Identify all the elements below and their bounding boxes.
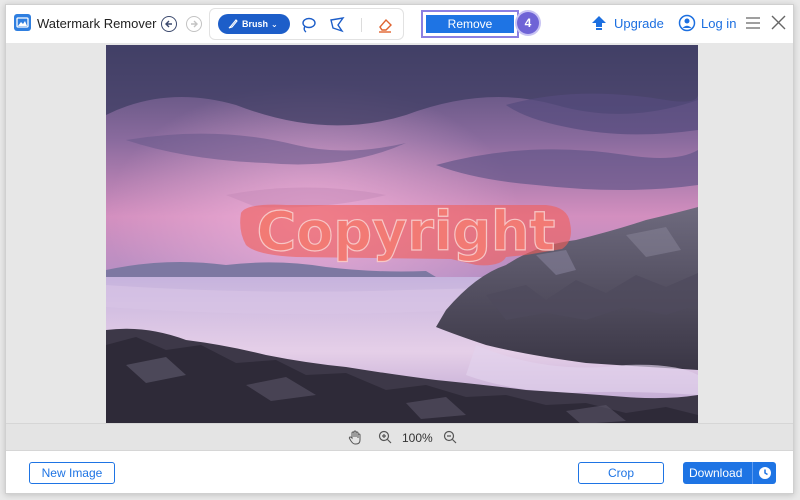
step-badge: 4 <box>517 12 539 34</box>
top-toolbar: Watermark Remover Brush ⌄ Remove 4 Upgra… <box>6 5 793 43</box>
app-logo-icon <box>14 14 31 31</box>
login-label: Log in <box>701 15 737 31</box>
download-label: Download <box>689 466 743 480</box>
close-icon[interactable] <box>770 14 787 31</box>
login-link[interactable]: Log in <box>678 14 736 32</box>
brush-icon <box>228 19 238 29</box>
redo-icon[interactable] <box>186 16 202 32</box>
crop-button[interactable]: Crop <box>578 462 664 484</box>
remove-button[interactable]: Remove <box>421 10 519 38</box>
toolbar-divider <box>361 18 362 32</box>
app-title: Watermark Remover <box>37 16 157 31</box>
brush-label: Brush <box>242 19 269 29</box>
upgrade-link[interactable]: Upgrade <box>590 14 664 32</box>
bottom-bar: New Image Crop Download <box>6 452 793 493</box>
menu-icon[interactable] <box>745 15 761 31</box>
upgrade-arrow-icon <box>592 16 606 30</box>
download-button[interactable]: Download <box>683 462 776 484</box>
editing-image[interactable]: Copyright <box>106 45 698 426</box>
zoom-out-icon[interactable] <box>443 430 457 444</box>
zoom-level: 100% <box>402 431 433 445</box>
undo-icon[interactable] <box>161 16 177 32</box>
app-window: Watermark Remover Brush ⌄ Remove 4 Upgra… <box>5 4 794 494</box>
polygon-lasso-icon[interactable] <box>328 16 346 34</box>
new-image-button[interactable]: New Image <box>29 462 115 484</box>
canvas-area: Copyright <box>6 43 793 426</box>
lasso-icon[interactable] <box>299 16 317 34</box>
chevron-down-icon: ⌄ <box>271 19 278 29</box>
watermark-text: Copyright <box>257 200 556 263</box>
selection-tools: Brush ⌄ <box>209 8 404 40</box>
upgrade-label: Upgrade <box>614 15 664 31</box>
hand-icon[interactable] <box>348 430 362 445</box>
eraser-icon[interactable] <box>376 16 394 34</box>
clock-icon[interactable] <box>752 462 776 484</box>
brush-button[interactable]: Brush ⌄ <box>218 14 290 34</box>
user-icon <box>678 14 696 32</box>
zoom-in-icon[interactable] <box>378 430 392 444</box>
zoom-bar: 100% <box>6 423 793 451</box>
